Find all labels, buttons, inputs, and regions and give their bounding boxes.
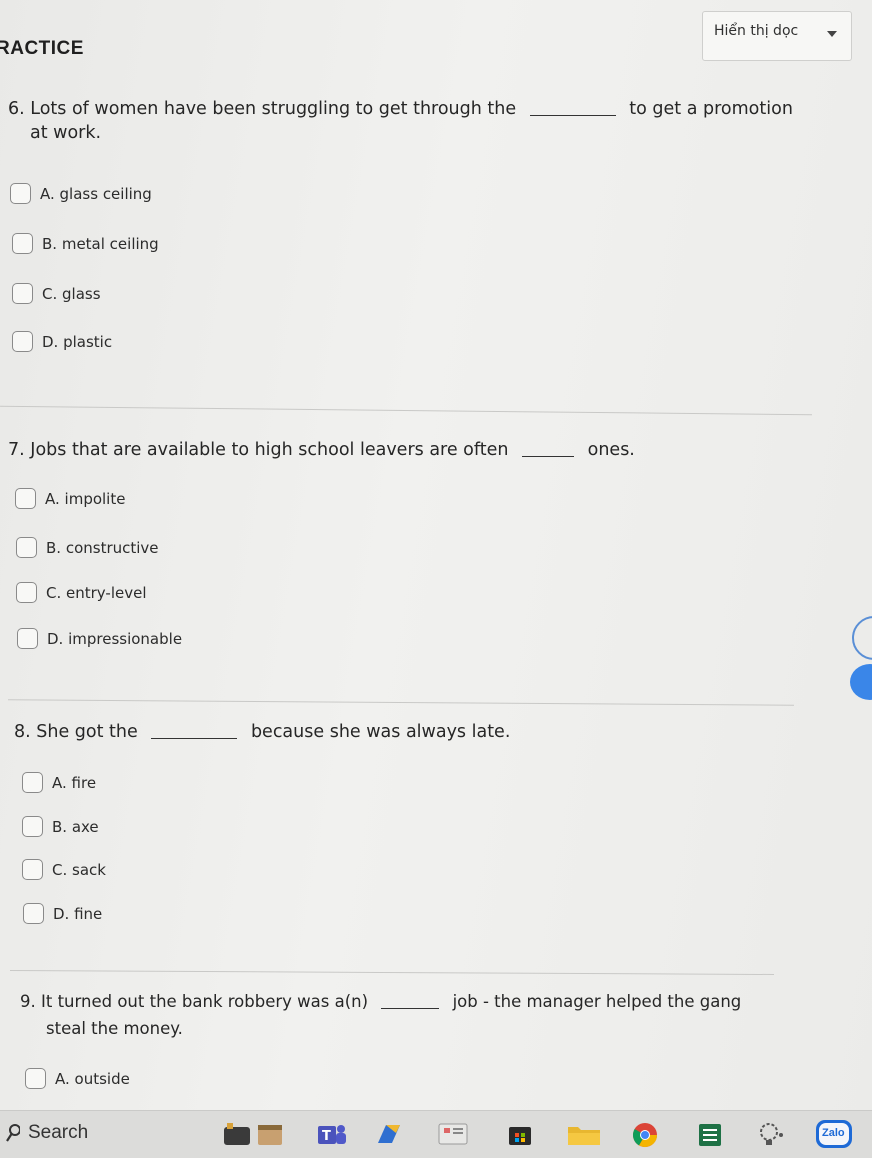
radio-button[interactable] (16, 582, 37, 603)
side-panel-circle[interactable] (852, 616, 872, 660)
option-label: A. glass ceiling (40, 184, 152, 203)
question-text-after: to get a promotion (629, 99, 793, 119)
search-icon (6, 1122, 21, 1144)
radio-button[interactable] (12, 283, 33, 304)
radio-button[interactable] (23, 903, 44, 924)
question-6-line2: at work. (30, 123, 102, 143)
option-label: D. fine (53, 904, 103, 923)
option-label: B. axe (52, 817, 99, 836)
option-6b[interactable]: B. metal ceiling (12, 233, 159, 254)
option-label: A. fire (52, 773, 97, 792)
radio-button[interactable] (16, 537, 37, 558)
option-label: B. metal ceiling (42, 234, 159, 253)
question-number: 6. (8, 99, 25, 119)
divider (10, 969, 774, 976)
question-text-after: ones. (587, 440, 635, 460)
option-7b[interactable]: B. constructive (16, 537, 159, 558)
answer-blank (381, 1007, 440, 1009)
radio-button[interactable] (12, 233, 33, 254)
taskbar-search[interactable]: Search (6, 1122, 88, 1144)
question-number: 8. (14, 722, 31, 742)
question-7: 7. Jobs that are available to high schoo… (8, 437, 808, 463)
question-text: It turned out the bank robbery was a(n) (41, 992, 369, 1011)
chrome-icon[interactable] (630, 1121, 660, 1153)
option-9a[interactable]: A. outside (25, 1068, 130, 1089)
radio-button[interactable] (12, 331, 33, 352)
tips-icon[interactable] (756, 1121, 788, 1153)
answer-blank (522, 455, 575, 457)
radio-button[interactable] (22, 859, 43, 880)
question-text-after: job - the manager helped the gang (452, 992, 742, 1011)
question-number: 9. (20, 992, 36, 1011)
divider (8, 699, 794, 706)
option-7c[interactable]: C. entry-level (16, 582, 147, 603)
app-icon[interactable] (374, 1121, 404, 1151)
teams-icon[interactable]: T (316, 1121, 348, 1151)
question-text: She got the (36, 722, 138, 742)
answer-blank (151, 737, 238, 739)
option-7a[interactable]: A. impolite (15, 488, 125, 509)
option-label: D. impressionable (47, 629, 183, 648)
zalo-label: Zalo (822, 1127, 845, 1139)
question-text: Jobs that are available to high school l… (30, 440, 509, 460)
radio-button[interactable] (22, 772, 43, 793)
divider (0, 405, 812, 416)
taskbar: Search T Zalo (0, 1110, 872, 1158)
radio-button[interactable] (22, 816, 43, 837)
option-6c[interactable]: C. glass (12, 283, 101, 304)
option-6d[interactable]: D. plastic (12, 331, 112, 352)
news-icon[interactable] (436, 1121, 470, 1151)
calendar-icon[interactable] (256, 1121, 284, 1151)
zalo-icon[interactable]: Zalo (814, 1118, 854, 1154)
option-label: A. impolite (45, 489, 126, 508)
question-text-after: because she was always late. (250, 722, 511, 742)
option-6a[interactable]: A. glass ceiling (10, 183, 152, 204)
option-label: A. outside (55, 1069, 130, 1088)
option-8c[interactable]: C. sack (22, 859, 106, 880)
spreadsheet-icon[interactable] (696, 1121, 724, 1153)
question-number: 7. (8, 440, 25, 460)
media-player-icon[interactable] (222, 1121, 252, 1151)
question-6: 6. Lots of women have been struggling to… (8, 96, 828, 122)
radio-button[interactable] (17, 628, 38, 649)
answer-blank (529, 114, 616, 116)
option-label: B. constructive (46, 538, 159, 557)
radio-button[interactable] (10, 183, 31, 204)
radio-button[interactable] (15, 488, 36, 509)
option-label: D. plastic (42, 332, 113, 351)
option-8a[interactable]: A. fire (22, 772, 96, 793)
radio-button[interactable] (25, 1068, 46, 1089)
question-9: 9. It turned out the bank robbery was a(… (20, 989, 820, 1015)
folder-icon[interactable] (566, 1121, 602, 1151)
search-label: Search (28, 1122, 89, 1143)
store-icon[interactable] (506, 1121, 534, 1151)
option-label: C. sack (52, 860, 106, 879)
option-label: C. glass (42, 284, 101, 303)
question-9-line2: steal the money. (46, 1019, 183, 1038)
chevron-down-icon (827, 31, 837, 37)
question-text: Lots of women have been struggling to ge… (30, 99, 517, 119)
option-8d[interactable]: D. fine (23, 903, 102, 924)
view-mode-label: Hiển thị dọc (714, 23, 799, 39)
svg-text:T: T (322, 1129, 331, 1144)
option-label: C. entry-level (46, 583, 147, 602)
option-8b[interactable]: B. axe (22, 816, 99, 837)
page-title: RACTICE (0, 38, 84, 59)
view-mode-select[interactable]: Hiển thị dọc (702, 11, 852, 61)
side-panel-button[interactable] (850, 664, 872, 700)
option-7d[interactable]: D. impressionable (17, 628, 182, 649)
question-8: 8. She got the because she was always la… (14, 719, 794, 745)
